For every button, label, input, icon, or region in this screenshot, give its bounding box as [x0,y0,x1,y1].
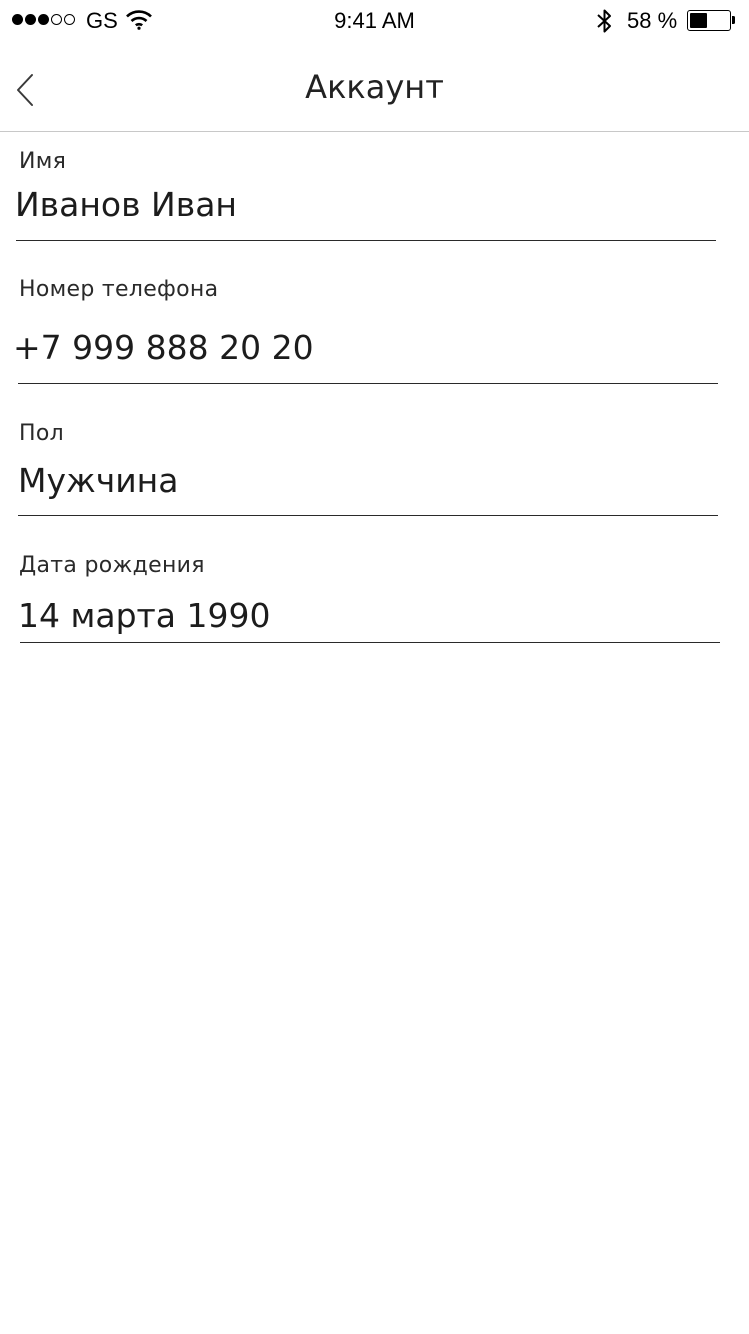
name-label: Имя [19,149,67,174]
birthdate-underline [20,642,720,643]
battery-tip [732,16,735,24]
gender-select[interactable] [18,460,698,502]
gender-underline [18,515,718,516]
page-title: Аккаунт [305,68,444,106]
birthdate-input[interactable] [18,595,698,637]
status-bar: GS 9:41 AM 58 % [0,0,749,40]
battery-percent: 58 % [627,8,678,33]
navigation-bar: Аккаунт [0,40,749,132]
name-underline [16,240,716,241]
birthdate-label: Дата рождения [19,553,205,578]
phone-underline [18,383,718,384]
bluetooth-icon [595,8,615,40]
gender-label: Пол [19,421,64,446]
name-input[interactable] [15,184,695,226]
phone-label: Номер телефона [19,277,219,302]
battery-icon [687,10,731,31]
phone-input[interactable] [13,327,693,369]
